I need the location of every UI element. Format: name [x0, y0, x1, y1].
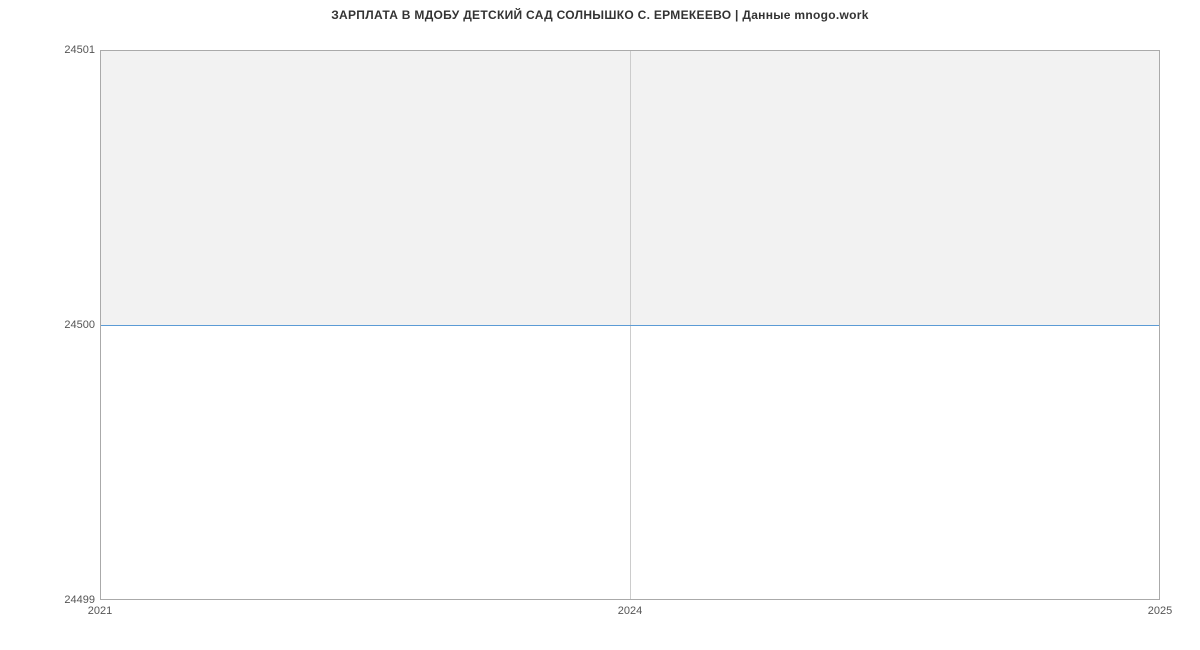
data-line [101, 325, 1159, 326]
x-tick-label: 2021 [88, 605, 112, 617]
chart-title: ЗАРПЛАТА В МДОБУ ДЕТСКИЙ САД СОЛНЫШКО С.… [0, 8, 1200, 22]
x-tick-label: 2024 [618, 605, 642, 617]
plot-area [100, 50, 1160, 600]
y-tick-label: 24501 [64, 44, 95, 56]
x-tick-label: 2025 [1148, 605, 1172, 617]
y-tick-label: 24500 [64, 319, 95, 331]
